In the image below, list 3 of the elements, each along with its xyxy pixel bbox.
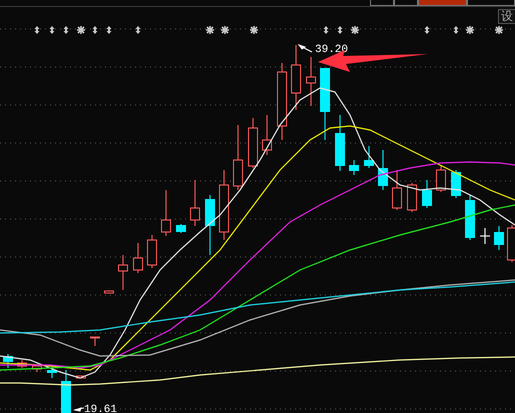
low-price-label: 19.61 [84,404,118,413]
high-price-label: 39.20 [315,44,348,56]
settings-button[interactable]: 设 [498,9,515,24]
